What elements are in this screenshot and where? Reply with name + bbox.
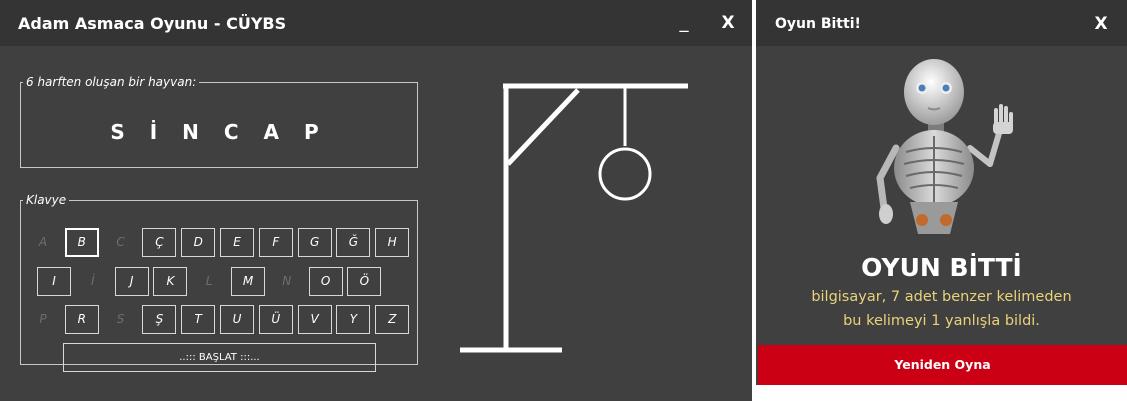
- key-b[interactable]: B: [64, 228, 99, 257]
- key-d[interactable]: D: [181, 228, 216, 257]
- title-bar[interactable]: Adam Asmaca Oyunu - CÜYBS _ X: [0, 0, 752, 46]
- key-l: L: [205, 274, 213, 288]
- start-button[interactable]: ..::: BAŞLAT :::...: [63, 343, 376, 372]
- key-v[interactable]: V: [297, 305, 332, 334]
- key-u[interactable]: U: [220, 305, 254, 334]
- game-over-heading: OYUN BİTTİ: [861, 253, 1022, 282]
- word-hint: 6 harften oluşan bir hayvan:: [26, 75, 197, 89]
- key-p: P: [39, 312, 47, 326]
- keyboard-panel: Klavye A B C ÇDEFGĞH I İ JK L M N OÖ P R S ŞTUÜVYZ ..:…: [20, 193, 418, 372]
- key-z[interactable]: Z: [375, 305, 410, 334]
- key-n: N: [282, 274, 292, 288]
- key-e[interactable]: E: [220, 228, 254, 257]
- key-c: C: [116, 235, 125, 249]
- key-r[interactable]: R: [64, 305, 99, 334]
- guessed-word: S İ N C A P: [110, 120, 328, 144]
- key-f[interactable]: F: [258, 228, 293, 257]
- close-button[interactable]: X: [716, 8, 740, 38]
- key-t[interactable]: T: [181, 305, 216, 334]
- key-o[interactable]: O: [308, 267, 343, 296]
- result-message-line2: bu kelimeyi 1 yanlışla bildi.: [843, 313, 1040, 329]
- keyboard-legend: Klavye: [26, 193, 67, 207]
- key-ü[interactable]: Ü: [258, 305, 293, 334]
- minimize-button[interactable]: _: [672, 8, 696, 38]
- key-y[interactable]: Y: [336, 305, 371, 334]
- result-message-line1: bilgisayar, 7 adet benzer kelimeden: [811, 289, 1072, 305]
- play-again-button[interactable]: Yeniden Oyna: [758, 345, 1127, 385]
- game-over-dialog: Oyun Bitti! X OYUN BİTTİ bilgisayar, 7 a…: [756, 0, 1127, 385]
- hangman-head: [598, 147, 652, 201]
- key-i[interactable]: I: [37, 267, 71, 296]
- hangman-window: Adam Asmaca Oyunu - CÜYBS _ X 6 harften …: [0, 0, 752, 401]
- key-i̇: İ: [91, 274, 95, 288]
- key-s: S: [116, 312, 125, 326]
- key-ş[interactable]: Ş: [142, 305, 177, 334]
- word-panel: 6 harften oluşan bir hayvan: S İ N C A P: [20, 76, 418, 168]
- key-h[interactable]: H: [375, 228, 410, 257]
- gallows-drawing: [460, 83, 688, 353]
- window-title: Adam Asmaca Oyunu - CÜYBS: [18, 14, 287, 33]
- gallows-brace: [506, 88, 580, 166]
- dialog-title-bar[interactable]: Oyun Bitti! X: [756, 0, 1127, 46]
- key-j[interactable]: J: [114, 267, 149, 296]
- key-k[interactable]: K: [153, 267, 188, 296]
- dialog-close-button[interactable]: X: [1088, 9, 1114, 39]
- robot-image: [876, 59, 1013, 234]
- key-m[interactable]: M: [231, 267, 265, 296]
- dialog-title: Oyun Bitti!: [775, 16, 861, 32]
- key-ö[interactable]: Ö: [347, 267, 382, 296]
- key-ç[interactable]: Ç: [142, 228, 177, 257]
- key-g[interactable]: G: [297, 228, 332, 257]
- key-a: A: [38, 235, 48, 249]
- key-ğ[interactable]: Ğ: [336, 228, 371, 257]
